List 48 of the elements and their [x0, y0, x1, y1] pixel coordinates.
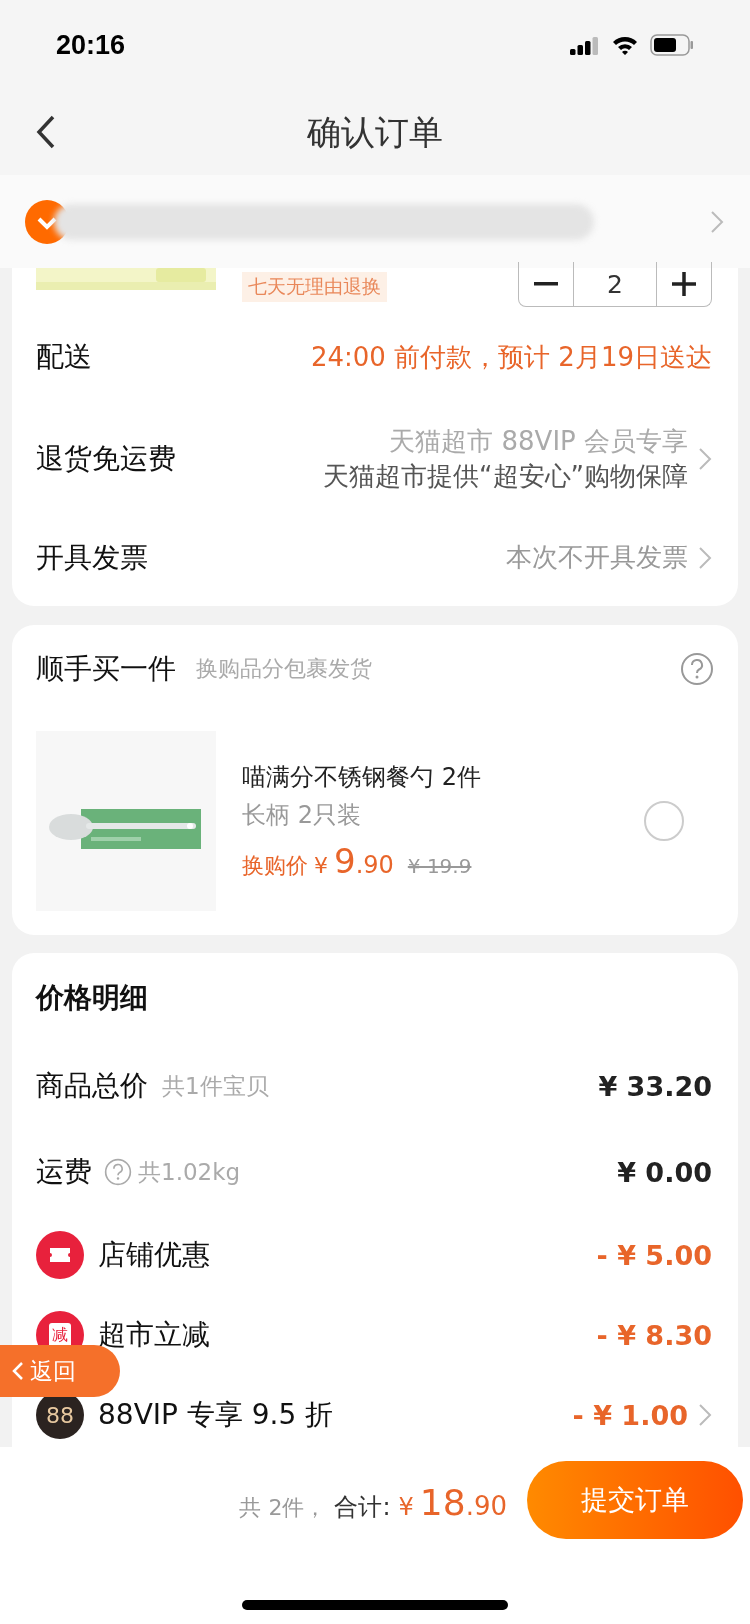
quantity-value: 2 — [573, 262, 657, 306]
coupon-icon — [36, 1231, 84, 1279]
return-policy-tag: 七天无理由退换 — [242, 272, 387, 302]
price-note: 共1件宝贝 — [162, 1071, 269, 1101]
chevron-right-icon — [710, 209, 724, 234]
price-amount: - ¥ 8.30 — [596, 1319, 712, 1351]
wifi-icon — [612, 35, 638, 55]
order-row[interactable]: 退货免运费 天猫超市 88VIP 会员专享 天猫超市提供“超安心”购物保障 — [12, 409, 738, 509]
price-amount: - ¥ 5.00 — [596, 1239, 712, 1271]
row-label: 退货免运费 — [36, 441, 176, 477]
select-radio[interactable] — [644, 801, 684, 841]
price-label: 运费 — [36, 1154, 92, 1190]
section-subtitle: 换购品分包裹发货 — [196, 655, 372, 683]
price-label: 商品总价 — [36, 1068, 148, 1104]
row-value: 天猫超市 88VIP 会员专享 — [389, 425, 688, 458]
order-row[interactable]: 开具发票 本次不开具发票 — [12, 509, 738, 606]
price-amount: - ¥ 1.00 — [572, 1399, 688, 1431]
page-title: 确认订单 — [307, 110, 443, 154]
section-title: 顺手买一件 — [36, 651, 176, 687]
original-price: ¥ 19.9 — [407, 854, 472, 878]
price-note: 共1.02kg — [138, 1157, 241, 1187]
row-value: 24:00 前付款，预计 2月19日送达 — [310, 340, 712, 374]
add-on-price: 换购价 ¥ 9.90 — [242, 841, 394, 881]
signal-icon — [570, 35, 600, 55]
total-label: 合计: — [334, 1491, 391, 1523]
help-icon[interactable] — [680, 652, 714, 686]
total-amount: ¥ 18.90 — [398, 1481, 507, 1523]
row-label: 开具发票 — [36, 539, 148, 576]
price-label: 88VIP 专享 9.5 折 — [98, 1397, 334, 1433]
plus-icon — [672, 272, 696, 296]
battery-icon — [650, 34, 694, 56]
row-value: 本次不开具发票 — [506, 541, 688, 574]
chevron-left-icon — [12, 1361, 24, 1381]
minus-icon — [534, 282, 558, 286]
price-amount: ¥ 33.20 — [598, 1070, 712, 1102]
chevron-right-icon — [698, 545, 712, 570]
chevron-right-icon — [698, 1403, 712, 1427]
product-name: 喵满分不锈钢餐勺 2件 — [242, 762, 481, 793]
order-row[interactable]: 配送 24:00 前付款，预计 2月19日送达 — [12, 305, 738, 409]
row-label: 配送 — [36, 339, 92, 375]
status-time: 20:16 — [56, 29, 126, 61]
row-note: 天猫超市提供“超安心”购物保障 — [323, 460, 688, 493]
price-label: 店铺优惠 — [98, 1237, 210, 1273]
section-title: 价格明细 — [36, 980, 148, 1016]
chevron-right-icon — [698, 447, 712, 471]
product-spec: 长柄 2只装 — [242, 800, 362, 831]
item-count: 共 2件， — [239, 1493, 327, 1522]
price-amount: ¥ 0.00 — [617, 1156, 712, 1188]
